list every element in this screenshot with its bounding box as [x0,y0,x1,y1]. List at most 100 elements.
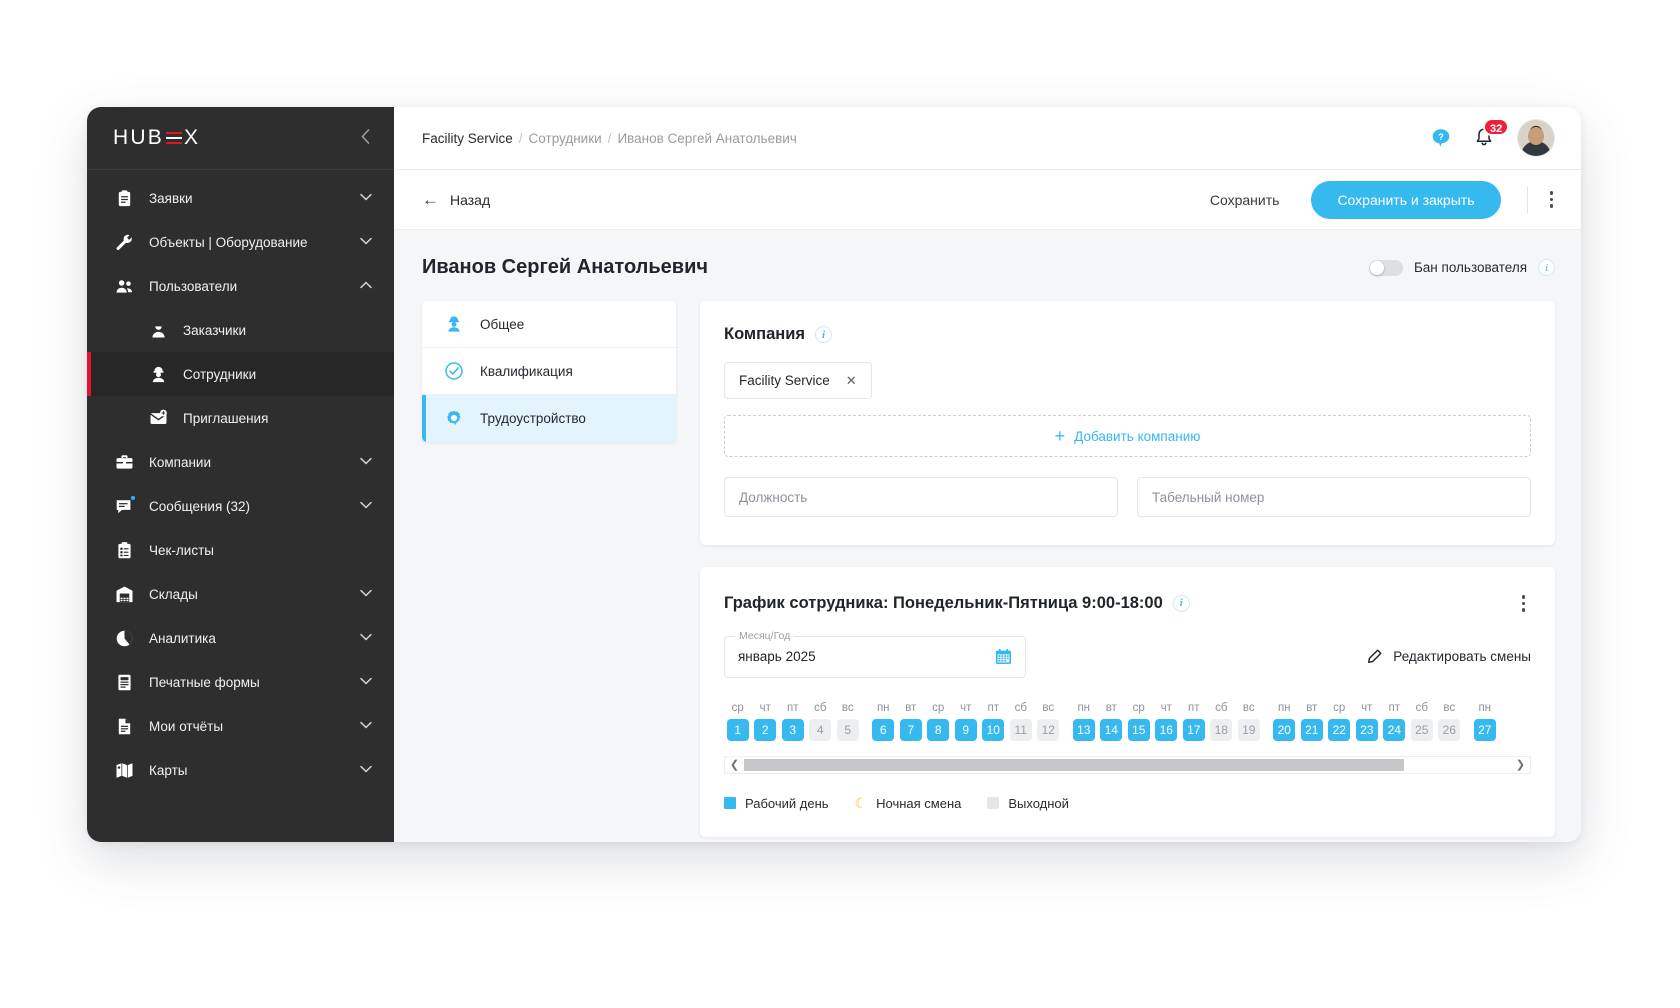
save-and-close-button[interactable]: Сохранить и закрыть [1311,180,1501,219]
scrollbar-track[interactable] [744,758,1511,771]
calendar-day-number[interactable]: 26 [1438,718,1461,741]
calendar-day-number[interactable]: 12 [1037,718,1060,741]
legend-label: Ночная смена [876,795,962,811]
calendar-day-number[interactable]: 15 [1127,718,1150,741]
chevron-left-icon[interactable] [361,128,370,148]
calendar-day-of-week: сб [1215,701,1228,714]
back-button[interactable]: ← Назад [422,191,490,208]
calendar-day-number[interactable]: 5 [836,718,859,741]
notifications-button[interactable]: 32 [1473,118,1510,150]
info-icon[interactable]: i [815,326,833,343]
sidebar-item-1[interactable]: Объекты | Оборудование [87,220,394,264]
info-icon[interactable]: i [1538,259,1555,276]
kebab-menu-icon[interactable] [1544,187,1560,212]
chevron-down-icon[interactable] [360,765,372,776]
sidebar-item-12[interactable]: Мои отчёты [87,704,394,748]
calendar-day-number[interactable]: 21 [1300,718,1323,741]
sidebar: H UB X Заявки Объекты | Оборудование Пользов… [87,107,394,842]
chevron-down-icon[interactable] [360,677,372,688]
ban-user-toggle[interactable] [1368,259,1403,276]
kebab-menu-icon[interactable] [1516,591,1532,616]
sidebar-item-10[interactable]: Аналитика [87,616,394,660]
calendar-day-number[interactable]: 17 [1182,718,1205,741]
chevron-down-icon[interactable] [360,501,372,512]
edit-shifts-button[interactable]: Редактировать смены [1367,649,1531,664]
personnel-number-field[interactable]: Табельный номер [1137,477,1531,517]
check-circle-icon [444,361,464,381]
chevron-down-icon[interactable] [360,589,372,600]
calendar-day-number[interactable]: 25 [1410,718,1433,741]
calendar-day-number[interactable]: 7 [899,718,922,741]
month-year-select[interactable]: Месяц/Год январь 2025 [724,629,1026,678]
sidebar-item-2[interactable]: Пользователи [87,264,394,308]
add-company-label: Добавить компанию [1074,428,1201,444]
calendar-day-number[interactable]: 14 [1100,718,1123,741]
calendar-day: вт 14 [1098,702,1126,741]
tab-2[interactable]: Трудоустройство [422,395,676,442]
sidebar-item-9[interactable]: Склады [87,572,394,616]
company-fields: Должность Табельный номер [724,477,1531,517]
wrench-icon [113,232,135,252]
save-button[interactable]: Сохранить [1188,183,1302,217]
calendar-day-of-week: вт [905,701,917,714]
chevron-left-icon[interactable]: ❮ [725,757,744,773]
help-bubble-icon[interactable]: ? [1431,128,1451,148]
calendar-day-number[interactable]: 13 [1072,718,1095,741]
sidebar-item-label: Аналитика [149,630,216,646]
tab-1[interactable]: Квалификация [422,348,676,395]
add-company-button[interactable]: + Добавить компанию [724,415,1531,457]
calendar-day-number[interactable]: 18 [1210,718,1233,741]
chevron-down-icon[interactable] [360,633,372,644]
notification-count-badge: 32 [1483,118,1510,136]
avatar[interactable] [1517,119,1555,157]
calendar-day-number[interactable]: 27 [1473,718,1496,741]
calendar-day-number[interactable]: 4 [809,718,832,741]
company-chip[interactable]: Facility Service ✕ [724,362,872,399]
chevron-up-icon[interactable] [360,281,372,292]
scrollbar-thumb[interactable] [744,758,1404,771]
calendar-day-number[interactable]: 22 [1328,718,1351,741]
calendar-day-number[interactable]: 2 [754,718,777,741]
sidebar-item-7[interactable]: Сообщения (32) [87,484,394,528]
sidebar-item-label: Сотрудники [183,366,257,382]
sidebar-item-6[interactable]: Компании [87,440,394,484]
calendar-day-number[interactable]: 20 [1273,718,1296,741]
calendar-day-number[interactable]: 9 [954,718,977,741]
calendar-day-number[interactable]: 10 [982,718,1005,741]
tab-0[interactable]: Общее [422,301,676,348]
detail-panel: Компания i Facility Service ✕ + Добавить… [700,301,1555,837]
sidebar-item-0[interactable]: Заявки [87,176,394,220]
calendar-day-of-week: ср [1333,701,1346,714]
chevron-right-icon[interactable]: ❯ [1511,757,1530,773]
calendar-day-number[interactable]: 8 [927,718,950,741]
position-field[interactable]: Должность [724,477,1118,517]
sidebar-item-3[interactable]: Заказчики [87,308,394,352]
ban-user-control: Бан пользователя i [1368,259,1555,276]
close-icon[interactable]: ✕ [846,374,857,387]
chevron-down-icon[interactable] [360,457,372,468]
calendar-day-number[interactable]: 16 [1155,718,1178,741]
sidebar-item-11[interactable]: Печатные формы [87,660,394,704]
calendar-day-number[interactable]: 3 [781,718,804,741]
calendar-icon[interactable] [995,648,1012,665]
calendar-day-number[interactable]: 1 [726,718,749,741]
calendar-day-number[interactable]: 24 [1383,718,1406,741]
calendar-day-number[interactable]: 11 [1009,718,1032,741]
chevron-down-icon[interactable] [360,721,372,732]
chevron-down-icon[interactable] [360,193,372,204]
calendar-day-number[interactable]: 23 [1355,718,1378,741]
calendar-day-number[interactable]: 6 [872,718,895,741]
info-icon[interactable]: i [1172,594,1190,612]
sidebar-item-8[interactable]: Чек-листы [87,528,394,572]
sidebar-item-4[interactable]: Сотрудники [87,352,394,396]
breadcrumb-root[interactable]: Facility Service [422,131,513,146]
calendar-day-of-week: сб [1014,701,1027,714]
breadcrumb-middle[interactable]: Сотрудники [529,131,602,146]
calendar-day-of-week: пт [1388,701,1401,714]
calendar-day-number[interactable]: 19 [1237,718,1260,741]
calendar-scrollbar[interactable]: ❮ ❯ [724,755,1531,774]
chevron-down-icon[interactable] [360,237,372,248]
sidebar-item-5[interactable]: Приглашения [87,396,394,440]
calendar-strip-wrapper: ср 1 чт 2 пт 3 сб 4 вс 5 пн 6 вт 7 ср 8 чт 9 пт 10 сб 11 вс 12 п… [724,702,1531,741]
sidebar-item-13[interactable]: Карты [87,748,394,792]
